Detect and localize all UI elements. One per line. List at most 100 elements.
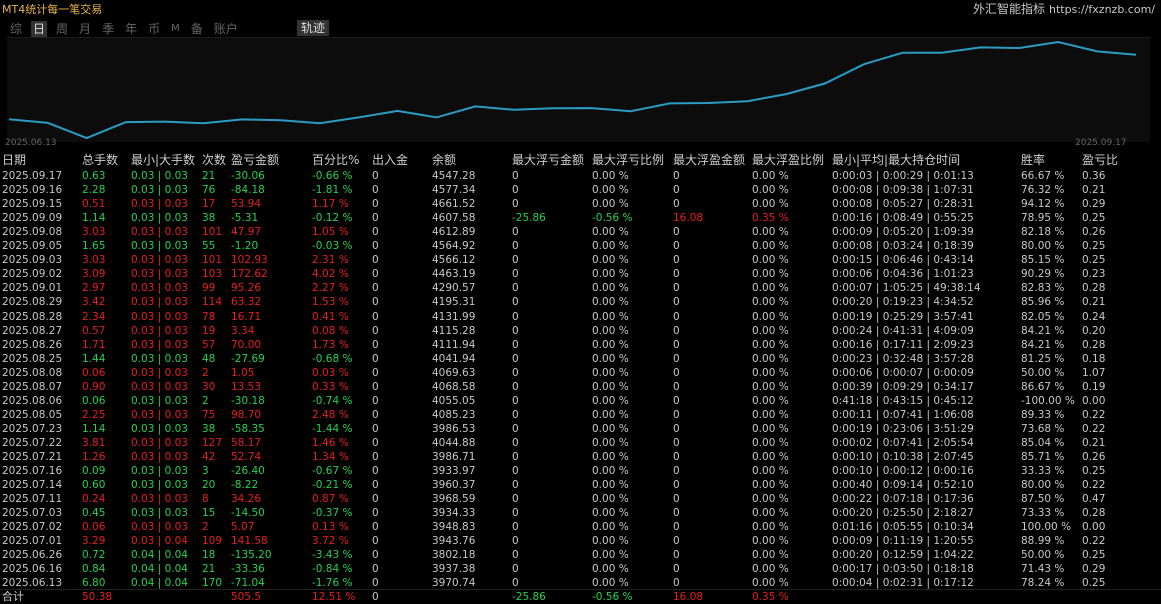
tab-6[interactable]: 币	[146, 21, 162, 37]
cell-deposit: 0	[372, 380, 379, 393]
tab-0[interactable]: 综	[8, 21, 24, 37]
column-header-hold-time[interactable]: 最小|平均|最大持仓时间	[832, 153, 960, 168]
table-row[interactable]: 2025.09.15 0.51 0.03 | 0.03 17 53.94 1.17 % 0 4…	[0, 197, 1161, 211]
column-header-max-float-profit[interactable]: 最大浮盈金额	[673, 153, 745, 168]
cell-total-lots: 0.06	[82, 521, 106, 534]
cell-date: 2025.09.16	[2, 184, 63, 197]
cell-percent: -0.66 %	[312, 170, 353, 182]
table-row[interactable]: 2025.09.03 3.03 0.03 | 0.03 101 102.93 2.31 %…	[0, 253, 1161, 267]
table-row[interactable]: 2025.08.26 1.71 0.03 | 0.03 57 70.00 1.73 % 0 4…	[0, 338, 1161, 352]
table-row[interactable]: 2025.09.17 0.63 0.03 | 0.03 21 -30.06 -0.66 %…	[0, 169, 1161, 183]
column-header-max-float-loss-pct[interactable]: 最大浮亏比例	[592, 153, 664, 168]
cell-profit-loss: 1.05	[231, 366, 255, 379]
table-row[interactable]: 2025.07.02 0.06 0.03 | 0.03 2 5.07 0.13 % 0 394…	[0, 520, 1161, 534]
brand[interactable]: 外汇智能指标 https://fxznzb.com/	[973, 0, 1155, 17]
cell-win-rate: 66.67 %	[1021, 170, 1065, 182]
column-header-max-float-loss[interactable]: 最大浮亏金额	[512, 153, 584, 168]
cell-win-rate: 81.25 %	[1021, 352, 1065, 365]
cell-min-max-lots: 0.03 | 0.03	[131, 380, 188, 393]
cell-profit-ratio: 0.22	[1082, 479, 1106, 492]
cell-win-rate: 86.67 %	[1021, 380, 1065, 393]
table-row[interactable]: 2025.09.08 3.03 0.03 | 0.03 101 47.97 1.05 % 0…	[0, 225, 1161, 239]
tab-1[interactable]: 日	[31, 20, 48, 37]
column-header-max-float-profit-pct[interactable]: 最大浮盈比例	[752, 153, 824, 168]
cell-profit-ratio: 0.29	[1082, 198, 1106, 211]
cell-max-float-profit: 0	[673, 240, 680, 253]
table-row[interactable]: 2025.06.16 0.84 0.04 | 0.04 21 -33.36 -0.84 %…	[0, 562, 1161, 576]
brand-url[interactable]: https://fxznzb.com/	[1049, 3, 1155, 16]
table-row[interactable]: 2025.08.29 3.42 0.03 | 0.03 114 63.32 1.53 % 0…	[0, 295, 1161, 309]
column-header-deposit[interactable]: 出入金	[372, 153, 408, 168]
table-row[interactable]: 2025.09.05 1.65 0.03 | 0.03 55 -1.20 -0.03 % 0…	[0, 239, 1161, 253]
cell-date: 2025.07.02	[2, 521, 63, 534]
tab-2[interactable]: 周	[54, 21, 70, 37]
tab-4[interactable]: 季	[100, 21, 116, 37]
cell-max-float-loss-pct: 0.00 %	[592, 198, 629, 211]
cell-profit-loss: -30.18	[231, 394, 265, 407]
cell-percent: 0.87 %	[312, 493, 349, 506]
column-header-win-rate[interactable]: 胜率	[1021, 153, 1045, 168]
cell-trade-count: 109	[202, 535, 223, 548]
tab-8[interactable]: 备	[189, 21, 205, 37]
column-header-profit-ratio[interactable]: 盈亏比	[1082, 153, 1118, 168]
cell-profit-ratio: 0.25	[1082, 465, 1106, 478]
cell-profit-ratio: 0.25	[1082, 254, 1106, 267]
tab-3[interactable]: 月	[77, 21, 93, 37]
table-row[interactable]: 2025.09.02 3.09 0.03 | 0.03 103 172.62 4.02 %…	[0, 267, 1161, 281]
table-row[interactable]: 2025.07.01 3.29 0.03 | 0.04 109 141.58 3.72 %…	[0, 534, 1161, 548]
table-row[interactable]: 2025.07.11 0.24 0.03 | 0.03 8 34.26 0.87 % 0 39…	[0, 492, 1161, 506]
table-row[interactable]: 2025.07.16 0.09 0.03 | 0.03 3 -26.40 -0.67 % 0…	[0, 464, 1161, 478]
cell-deposit: 0	[372, 563, 379, 576]
cell-max-float-profit: 0	[673, 226, 680, 239]
column-header-balance[interactable]: 余额	[432, 153, 456, 168]
tab-5[interactable]: 年	[123, 21, 139, 37]
column-header-total-lots[interactable]: 总手数	[82, 153, 118, 168]
cell-profit-ratio: 0.00	[1082, 394, 1106, 407]
table-row[interactable]: 2025.08.08 0.06 0.03 | 0.03 2 1.05 0.03 % 0 406…	[0, 366, 1161, 380]
cell-max-float-loss-pct: 0.00 %	[592, 563, 629, 576]
table-row[interactable]: 2025.09.16 2.28 0.03 | 0.03 76 -84.18 -1.81 %…	[0, 183, 1161, 197]
cell-win-rate: 76.32 %	[1021, 184, 1065, 197]
table-row[interactable]: 2025.08.25 1.44 0.03 | 0.03 48 -27.69 -0.68 %…	[0, 352, 1161, 366]
table-row[interactable]: 2025.07.22 3.81 0.03 | 0.03 127 58.17 1.46 % 0…	[0, 436, 1161, 450]
tab-9[interactable]: 账户	[212, 21, 240, 37]
cell-balance: 4607.58	[432, 212, 476, 225]
cell-total-lots: 2.97	[82, 282, 106, 295]
table-row[interactable]: 2025.08.07 0.90 0.03 | 0.03 30 13.53 0.33 % 0 4…	[0, 380, 1161, 394]
cell-max-float-profit-pct: 0.00 %	[752, 408, 789, 421]
table-row[interactable]: 2025.07.23 1.14 0.03 | 0.03 38 -58.35 -1.44 %…	[0, 422, 1161, 436]
cell-percent: 0.41 %	[312, 310, 349, 323]
cell-deposit: 0	[372, 436, 379, 449]
tab-7[interactable]: M	[169, 21, 182, 37]
cell-max-float-profit: 0	[673, 366, 680, 379]
cell-hold-time: 0:00:19 | 0:25:29 | 3:57:41	[832, 310, 974, 323]
table-row[interactable]: 2025.09.09 1.14 0.03 | 0.03 38 -5.31 -0.12 % 0…	[0, 211, 1161, 225]
table-row[interactable]: 2025.07.14 0.60 0.03 | 0.03 20 -8.22 -0.21 % 0…	[0, 478, 1161, 492]
column-header-percent[interactable]: 百分比%	[312, 153, 359, 168]
table-row[interactable]: 2025.07.03 0.45 0.03 | 0.03 15 -14.50 -0.37 %…	[0, 506, 1161, 520]
table-row[interactable]: 2025.08.06 0.06 0.03 | 0.03 2 -30.18 -0.74 % 0…	[0, 394, 1161, 408]
table-row[interactable]: 2025.08.05 2.25 0.03 | 0.03 75 98.70 2.48 % 0 4…	[0, 408, 1161, 422]
cell-profit-loss: -33.36	[231, 563, 265, 576]
column-header-min-max-lots[interactable]: 最小|大手数	[131, 153, 195, 168]
cell-win-rate: 84.21 %	[1021, 338, 1065, 351]
cell-max-float-loss: -25.86	[512, 212, 546, 225]
table-row[interactable]: 2025.08.28 2.34 0.03 | 0.03 78 16.71 0.41 % 0 4…	[0, 310, 1161, 324]
cell-percent: 1.46 %	[312, 436, 349, 449]
cell-min-max-lots: 0.03 | 0.03	[131, 465, 188, 478]
cell-max-float-profit-pct: 0.00 %	[752, 436, 789, 449]
cell-deposit: 0	[372, 184, 379, 197]
column-header-trade-count[interactable]: 次数	[202, 153, 226, 168]
table-row[interactable]: 2025.07.21 1.26 0.03 | 0.03 42 52.74 1.34 % 0 3…	[0, 450, 1161, 464]
track-button[interactable]: 轨迹	[297, 20, 330, 36]
cell-win-rate: 84.21 %	[1021, 324, 1065, 337]
table-row[interactable]: 2025.09.01 2.97 0.03 | 0.03 99 95.26 2.27 % 0 4…	[0, 281, 1161, 295]
table-row[interactable]: 2025.06.26 0.72 0.04 | 0.04 18 -135.20 -3.43 …	[0, 548, 1161, 562]
cell-balance: 3937.38	[432, 563, 476, 576]
cell-profit-loss: 52.74	[231, 451, 262, 463]
column-header-profit-loss[interactable]: 盈亏金额	[231, 153, 279, 168]
table-row[interactable]: 2025.08.27 0.57 0.03 | 0.03 19 3.34 0.08 % 0 41…	[0, 324, 1161, 338]
cell-profit-ratio: 0.22	[1082, 408, 1106, 421]
column-header-date[interactable]: 日期	[2, 153, 26, 168]
cell-max-float-profit: 0	[673, 254, 680, 267]
